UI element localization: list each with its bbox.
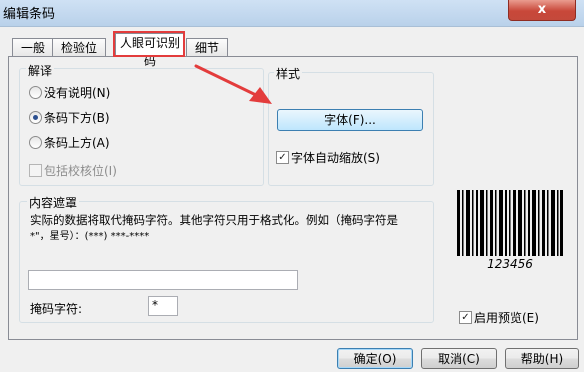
barcode-bars: [457, 190, 563, 256]
radio-below-barcode-label[interactable]: 条码下方(B): [44, 109, 110, 126]
font-button[interactable]: 字体(F)...: [277, 109, 423, 131]
tab-check-digit[interactable]: 检验位: [52, 38, 106, 57]
tab-general-label: 一般: [20, 41, 45, 55]
mask-char-input[interactable]: *: [148, 296, 178, 316]
radio-no-description[interactable]: [29, 86, 42, 99]
content-mask-group-title: 内容遮罩: [27, 194, 80, 211]
enable-preview-checkbox[interactable]: ✓: [459, 311, 472, 324]
radio-above-barcode[interactable]: [29, 136, 42, 149]
cancel-button[interactable]: 取消(C): [421, 348, 497, 369]
mask-description-line1: 实际的数据将取代掩码字符。其他字符只用于格式化。例如（掩码字符是: [30, 213, 398, 227]
radio-no-description-label[interactable]: 没有说明(N): [44, 84, 110, 101]
window-title: 编辑条码: [3, 7, 56, 22]
style-group-title: 样式: [274, 65, 303, 82]
close-button[interactable]: x: [508, 0, 576, 21]
mask-description-line2: *"，星号）：(***) ***-****: [30, 231, 150, 242]
include-check-digit-checkbox[interactable]: [29, 164, 42, 177]
mask-char-label: 掩码字符:: [30, 302, 83, 316]
auto-shrink-checkbox[interactable]: ✓: [276, 151, 289, 164]
tab-human-readable[interactable]: 人眼可识别码: [115, 33, 185, 68]
tab-details[interactable]: 细节: [186, 38, 228, 57]
auto-shrink-label[interactable]: 字体自动缩放(S): [291, 149, 380, 166]
font-button-label: 字体(F)...: [324, 113, 376, 127]
help-button-label: 帮助(H): [520, 352, 564, 366]
ok-button[interactable]: 确定(O): [337, 348, 413, 369]
include-check-digit-label: 包括校核位(I): [44, 164, 117, 178]
radio-below-barcode[interactable]: [29, 111, 42, 124]
title-bar: 编辑条码 x: [0, 0, 584, 27]
barcode-text: 123456: [487, 257, 533, 270]
mask-input[interactable]: [28, 270, 298, 290]
radio-above-barcode-label[interactable]: 条码上方(A): [44, 134, 110, 151]
enable-preview-label[interactable]: 启用预览(E): [474, 309, 539, 326]
cancel-button-label: 取消(C): [438, 352, 480, 366]
help-button[interactable]: 帮助(H): [505, 348, 579, 369]
interpretation-group-title: 解译: [26, 62, 55, 79]
mask-char-value: *: [152, 298, 158, 312]
tab-general[interactable]: 一般: [12, 38, 54, 57]
tab-check-digit-label: 检验位: [60, 41, 97, 55]
close-icon: x: [537, 2, 547, 17]
tab-details-label: 细节: [194, 41, 219, 55]
ok-button-label: 确定(O): [353, 352, 397, 366]
barcode-preview: 123456: [457, 190, 563, 270]
